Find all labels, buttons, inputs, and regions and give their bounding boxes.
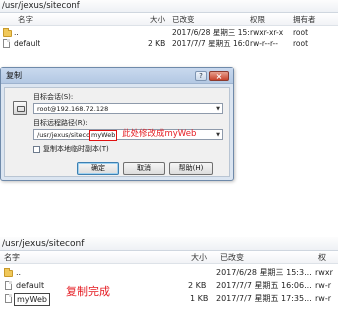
path-bar[interactable]: /usr/jexus/siteconf [0, 237, 338, 251]
file-name: .. [14, 28, 19, 37]
dialog-titlebar[interactable]: 复制 ? × [1, 68, 233, 84]
copy-to-local-checkbox[interactable] [33, 146, 40, 153]
file-name: default [16, 281, 45, 290]
file-modified: 2017/6/28 星期三 15:3... [172, 28, 249, 37]
close-button[interactable]: × [209, 71, 229, 81]
target-session-select[interactable]: root@192.168.72.128 ▼ [33, 103, 223, 114]
copy-to-local-label: 复制本地临时副本(T) [43, 145, 109, 153]
table-row[interactable]: .. 2017/6/28 星期三 15:3... rwxr [0, 266, 338, 279]
file-size: 2 KB [148, 39, 166, 48]
file-name: default [14, 39, 41, 48]
column-header-row: 名字 大小 已改变 权限 拥有者 [0, 13, 338, 26]
file-modified: 2017/7/7 星期五 16:06... [172, 39, 249, 48]
chevron-down-icon[interactable]: ▼ [216, 130, 220, 140]
table-row[interactable]: .. 2017/6/28 星期三 15:3... rwxr-xr-x root [0, 28, 338, 38]
file-size: 2 KB [188, 281, 207, 290]
copy-icon [13, 101, 27, 115]
file-size: 1 KB [190, 294, 209, 303]
help-button[interactable]: ? [195, 71, 207, 81]
folder-up-icon [4, 268, 13, 277]
path-text: /usr/jexus/siteconf [2, 1, 80, 11]
help-dialog-button[interactable]: 帮助(H) [169, 162, 213, 175]
column-header-name[interactable]: 名字 [18, 13, 33, 26]
file-permissions: rw-r [315, 294, 332, 303]
column-header-size[interactable]: 大小 [150, 13, 165, 26]
target-session-value: root@192.168.72.128 [37, 105, 109, 113]
ok-button[interactable]: 确定 [77, 162, 119, 175]
column-header-permissions[interactable]: 权限 [250, 13, 265, 26]
chevron-down-icon[interactable]: ▼ [216, 104, 220, 113]
top-file-panel: /usr/jexus/siteconf 名字 大小 已改变 权限 拥有者 .. … [0, 0, 338, 54]
file-icon [3, 39, 10, 48]
dialog-body: 目标会话(S): root@192.168.72.128 ▼ 目标远程路径(R)… [4, 87, 230, 177]
file-modified: 2017/6/28 星期三 15:3... [216, 268, 312, 277]
file-permissions: rw-r [315, 281, 332, 290]
folder-up-icon [3, 28, 12, 37]
file-icon [5, 281, 12, 290]
target-path-filename-highlight: myWeb [89, 130, 118, 141]
file-modified: 2017/7/7 星期五 17:35... [216, 294, 312, 303]
table-row[interactable]: default 2 KB 2017/7/7 星期五 16:06... rw-r [0, 279, 338, 292]
table-row[interactable]: myWeb 1 KB 2017/7/7 星期五 17:35... rw-r [0, 292, 338, 306]
column-header-modified[interactable]: 已改变 [220, 251, 244, 264]
file-owner: root [293, 28, 309, 37]
file-permissions: rwxr [315, 268, 333, 277]
target-path-label: 目标远程路径(R): [33, 119, 88, 127]
file-permissions: rw-r--r-- [250, 39, 278, 48]
column-header-owner[interactable]: 拥有者 [293, 13, 316, 26]
file-icon [5, 294, 12, 303]
target-session-label: 目标会话(S): [33, 93, 74, 101]
column-header-name[interactable]: 名字 [4, 251, 20, 264]
table-row[interactable]: default 2 KB 2017/7/7 星期五 16:06... rw-r-… [0, 39, 338, 49]
dialog-title: 复制 [6, 71, 22, 80]
target-path-input[interactable]: /usr/jexus/siteconf/ myWeb 此处修改成myWeb ▼ [33, 129, 223, 141]
bottom-file-panel: /usr/jexus/siteconf 名字 大小 已改变 权 .. 2017/… [0, 237, 338, 319]
file-owner: root [293, 39, 309, 48]
cancel-button[interactable]: 取消 [123, 162, 165, 175]
column-header-row: 名字 大小 已改变 权 [0, 251, 338, 264]
column-header-permissions[interactable]: 权 [318, 251, 326, 264]
file-permissions: rwxr-xr-x [250, 28, 284, 37]
column-header-modified[interactable]: 已改变 [172, 13, 195, 26]
path-bar[interactable]: /usr/jexus/siteconf [0, 0, 338, 13]
file-name: .. [16, 268, 22, 277]
path-text: /usr/jexus/siteconf [2, 239, 85, 249]
copy-dialog: 复制 ? × 目标会话(S): root@192.168.72.128 ▼ 目标… [0, 67, 234, 181]
file-modified: 2017/7/7 星期五 16:06... [216, 281, 312, 290]
column-header-size[interactable]: 大小 [191, 251, 207, 264]
annotation-copy-complete: 复制完成 [66, 285, 110, 298]
file-name-renaming[interactable]: myWeb [14, 293, 50, 306]
annotation-rename: 此处修改成myWeb [122, 129, 197, 139]
